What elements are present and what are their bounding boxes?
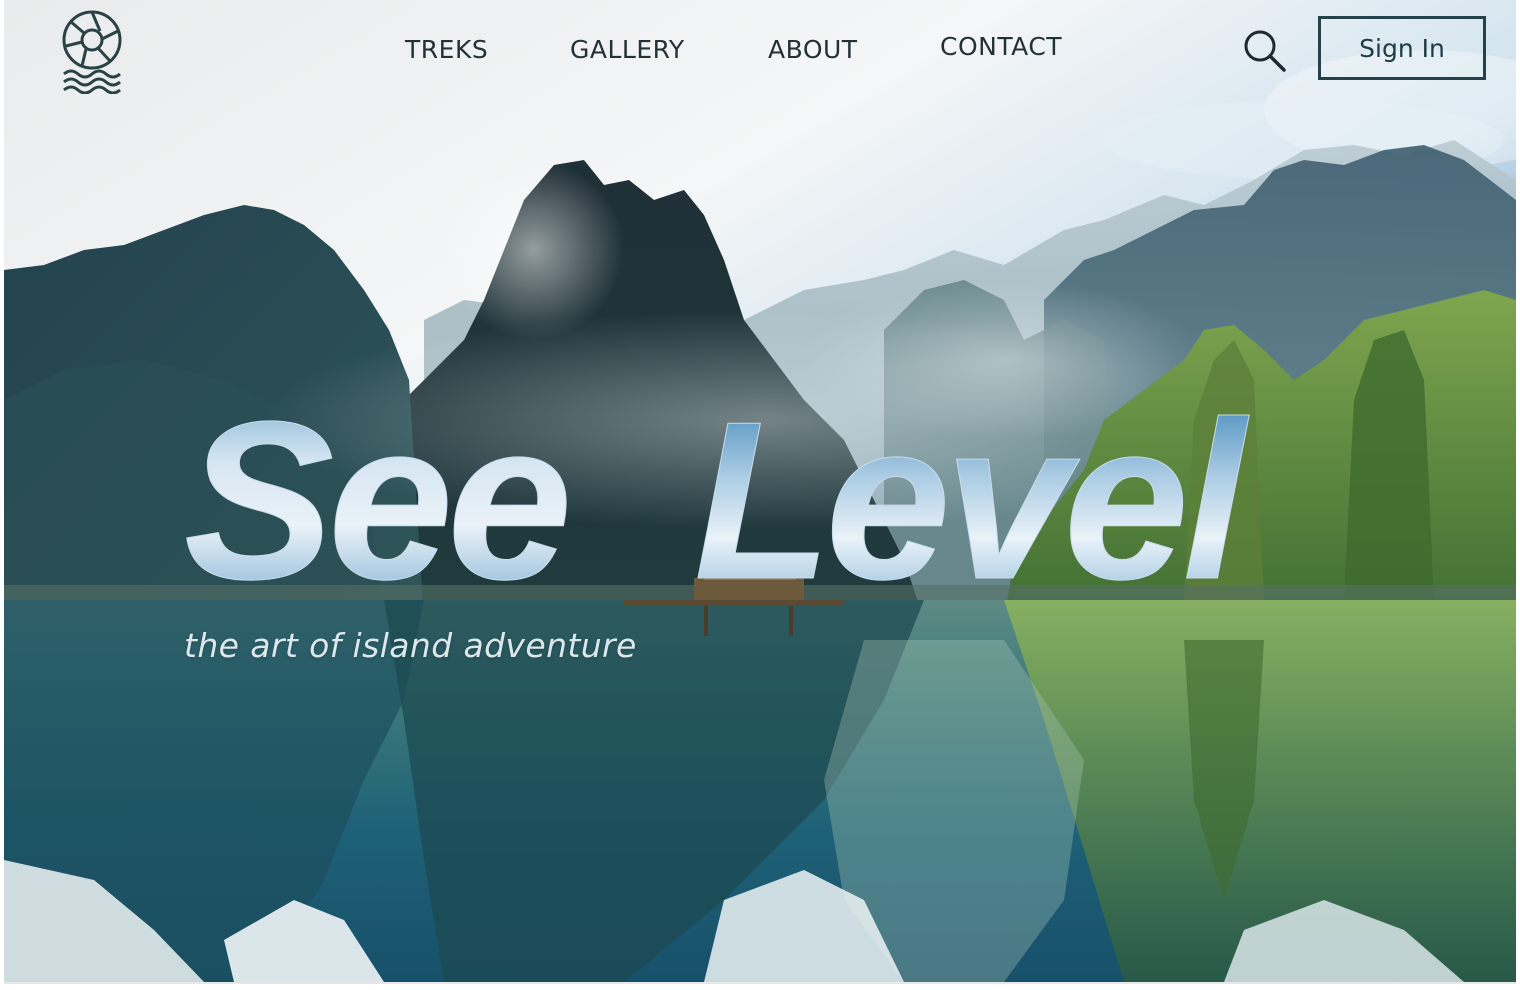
sign-in-button[interactable]: Sign In	[1318, 16, 1486, 80]
nav-link-treks[interactable]: TREKS	[405, 35, 488, 64]
nav-link-gallery[interactable]: GALLERY	[570, 35, 685, 64]
aperture-waves-logo-icon[interactable]	[60, 6, 124, 94]
hero-tagline: the art of island adventure	[184, 626, 637, 665]
hero-background-scene	[4, 0, 1516, 982]
nav-link-about[interactable]: ABOUT	[768, 35, 858, 64]
nav-link-contact[interactable]: CONTACT	[940, 32, 1062, 61]
landing-page: TREKS GALLERY ABOUT CONTACT Sign In See …	[4, 0, 1516, 984]
search-icon[interactable]	[1240, 26, 1288, 74]
